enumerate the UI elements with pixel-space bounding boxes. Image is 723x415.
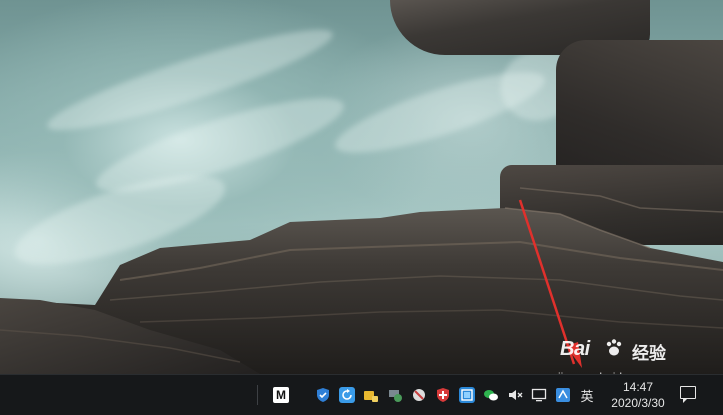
taskbar-clock[interactable]: 14:47 2020/3/30 (604, 379, 672, 411)
volume-muted-icon[interactable] (507, 387, 523, 403)
display-icon[interactable] (531, 387, 547, 403)
taskbar: M 英 14:47 2020/3/30 (0, 374, 723, 415)
input-method-icon[interactable] (555, 387, 571, 403)
taskbar-divider (257, 385, 258, 405)
refresh-icon[interactable] (339, 387, 355, 403)
ime-language-indicator[interactable]: 英 (579, 387, 595, 404)
folder-lock-icon[interactable] (363, 387, 379, 403)
red-shield-icon[interactable] (435, 387, 451, 403)
red-arrow-annotation (518, 199, 582, 368)
network-icon[interactable] (387, 387, 403, 403)
clock-date: 2020/3/30 (611, 396, 665, 410)
clock-time: 14:47 (622, 380, 654, 394)
m-app-icon[interactable]: M (273, 387, 289, 403)
ime-language-label: 英 (580, 388, 594, 404)
notification-center-icon[interactable] (680, 386, 696, 403)
screenshot-tool-icon[interactable] (459, 387, 475, 403)
wechat-icon[interactable] (483, 387, 499, 403)
m-app-label: M (276, 388, 286, 402)
security-guard-icon[interactable] (411, 387, 427, 403)
shield-icon[interactable] (315, 387, 331, 403)
desktop-wallpaper (0, 0, 723, 374)
